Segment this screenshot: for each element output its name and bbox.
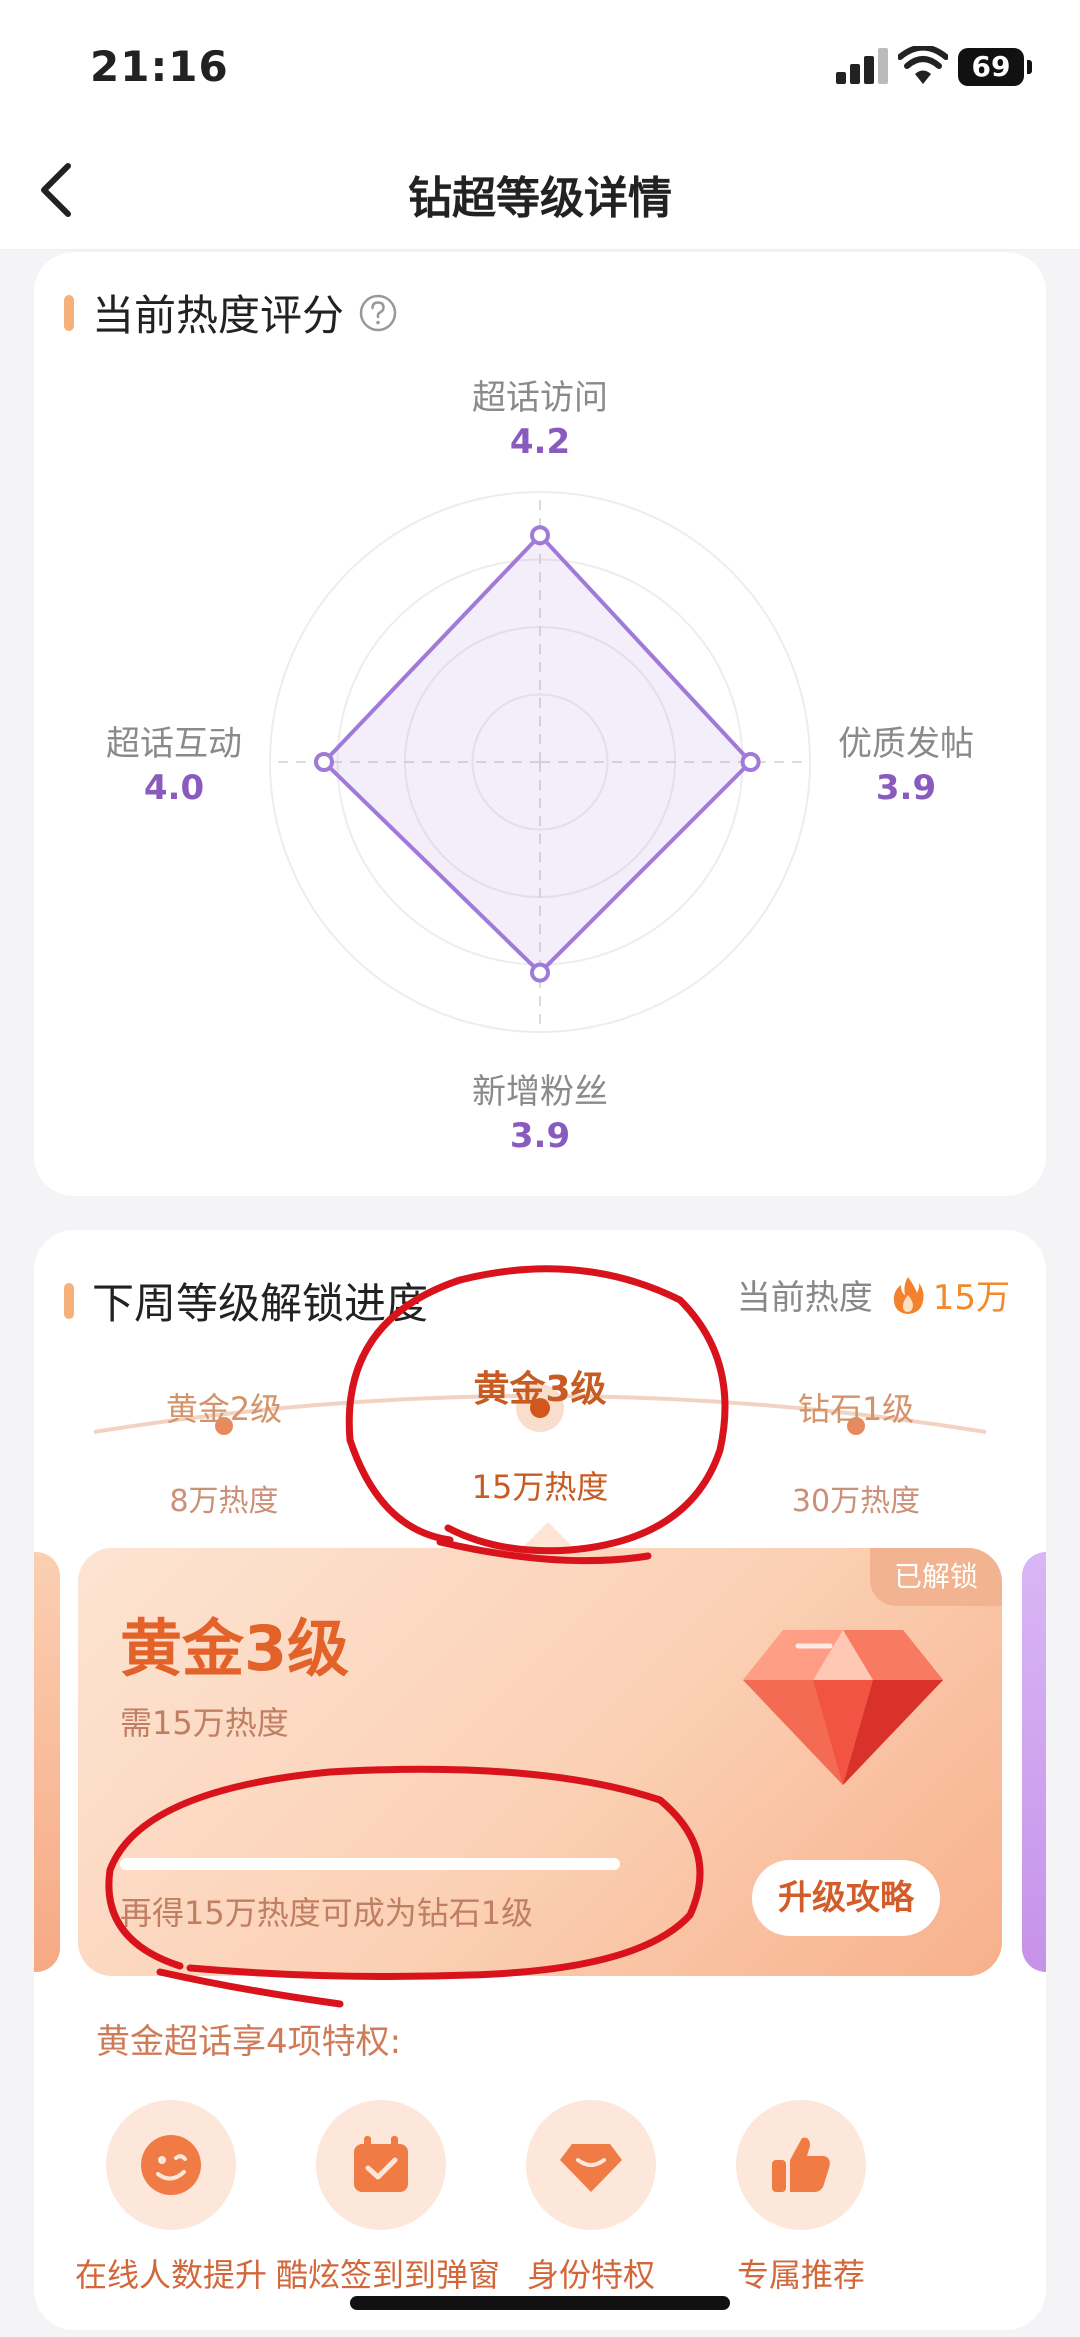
thumbs-up-icon — [772, 2137, 830, 2192]
privilege-identity[interactable]: 身份特权 — [486, 2100, 696, 2296]
cellular-signal-icon — [836, 48, 888, 84]
timeline-level-heat: 30万热度 — [791, 1484, 921, 1519]
gem-icon — [560, 2144, 622, 2192]
timeline-level-name[interactable]: 黄金2级 — [104, 1384, 344, 1430]
level-progress-bar — [120, 1858, 620, 1870]
radar-axis-value: 4.2 — [509, 422, 571, 462]
radar-data-point — [530, 962, 550, 983]
privilege-label: 身份特权 — [526, 2256, 655, 2294]
level-progress-fill — [120, 1858, 620, 1870]
prev-level-card[interactable] — [34, 1552, 60, 1972]
radar-data-point — [314, 752, 334, 772]
privilege-label: 酷炫签到到弹窗 — [276, 2256, 501, 2294]
level-card[interactable]: 已解锁 黄金3级 需15万热度 再得15万热度可成为钻石1级 升级攻略 — [78, 1548, 1002, 1976]
timeline-level-heat: 8万热度 — [169, 1484, 279, 1519]
privilege-exclusive-recommend[interactable]: 专属推荐 — [696, 2100, 906, 2296]
level-upgrade-tip: 再得15万热度可成为钻石1级 — [120, 1894, 534, 1932]
upgrade-guide-button[interactable]: 升级攻略 — [752, 1860, 940, 1936]
timeline-level-name-active[interactable]: 黄金3级 — [420, 1360, 660, 1412]
status-time: 21:16 — [90, 42, 229, 91]
level-card-pointer — [520, 1522, 576, 1550]
radar-axis-label: 超话互动 — [106, 724, 242, 764]
smile-face-icon — [141, 2135, 201, 2195]
privilege-online-boost[interactable]: 在线人数提升 — [66, 2100, 276, 2296]
home-indicator[interactable] — [350, 2296, 730, 2310]
next-level-card[interactable] — [1022, 1552, 1046, 1972]
radar-series-area — [322, 533, 753, 975]
privileges-title: 黄金超话享4项特权: — [96, 2022, 402, 2062]
nav-bar: 钻超等级详情 — [0, 130, 1080, 250]
unlocked-badge: 已解锁 — [869, 1548, 1002, 1606]
privilege-label: 在线人数提升 — [74, 2256, 267, 2294]
page-title: 钻超等级详情 — [408, 173, 672, 224]
privilege-checkin-popup[interactable]: 酷炫签到到弹窗 — [276, 2100, 501, 2296]
privilege-label: 专属推荐 — [736, 2256, 865, 2294]
radar-axis-value: 4.0 — [143, 768, 205, 808]
heat-score-card: 当前热度评分 超话访问 4.2 优质发帖 3.9 新增粉丝 3.9 超话互动 4… — [34, 252, 1046, 1196]
timeline-level-name[interactable]: 钻石1级 — [736, 1384, 976, 1430]
radar-axis-label: 超话访问 — [472, 378, 608, 418]
radar-axis-label: 优质发帖 — [838, 724, 974, 764]
radar-axis-value: 3.9 — [875, 768, 937, 808]
privilege-icon-wrap — [106, 2100, 236, 2230]
wifi-icon — [898, 46, 948, 84]
level-requirement: 需15万热度 — [120, 1704, 289, 1742]
privilege-icon-wrap — [316, 2100, 446, 2230]
radar-axis-label: 新增粉丝 — [472, 1072, 608, 1112]
timeline-level-heat-active: 15万热度 — [471, 1468, 609, 1506]
gem-icon — [743, 1630, 943, 1785]
page: 21:16 69 钻超等级详情 当前热度评分 超话访问 4.2 优质发帖 3.9… — [0, 0, 1080, 2337]
privilege-icon-wrap — [526, 2100, 656, 2230]
calendar-check-icon — [354, 2136, 408, 2192]
status-bar: 21:16 69 — [0, 0, 1080, 130]
radar-axis-value: 3.9 — [509, 1116, 571, 1156]
radar-data-point — [740, 752, 761, 772]
privilege-icon-wrap — [736, 2100, 866, 2230]
battery-indicator: 69 — [958, 48, 1032, 86]
level-name: 黄金3级 — [120, 1612, 350, 1685]
radar-data-point — [530, 525, 550, 546]
